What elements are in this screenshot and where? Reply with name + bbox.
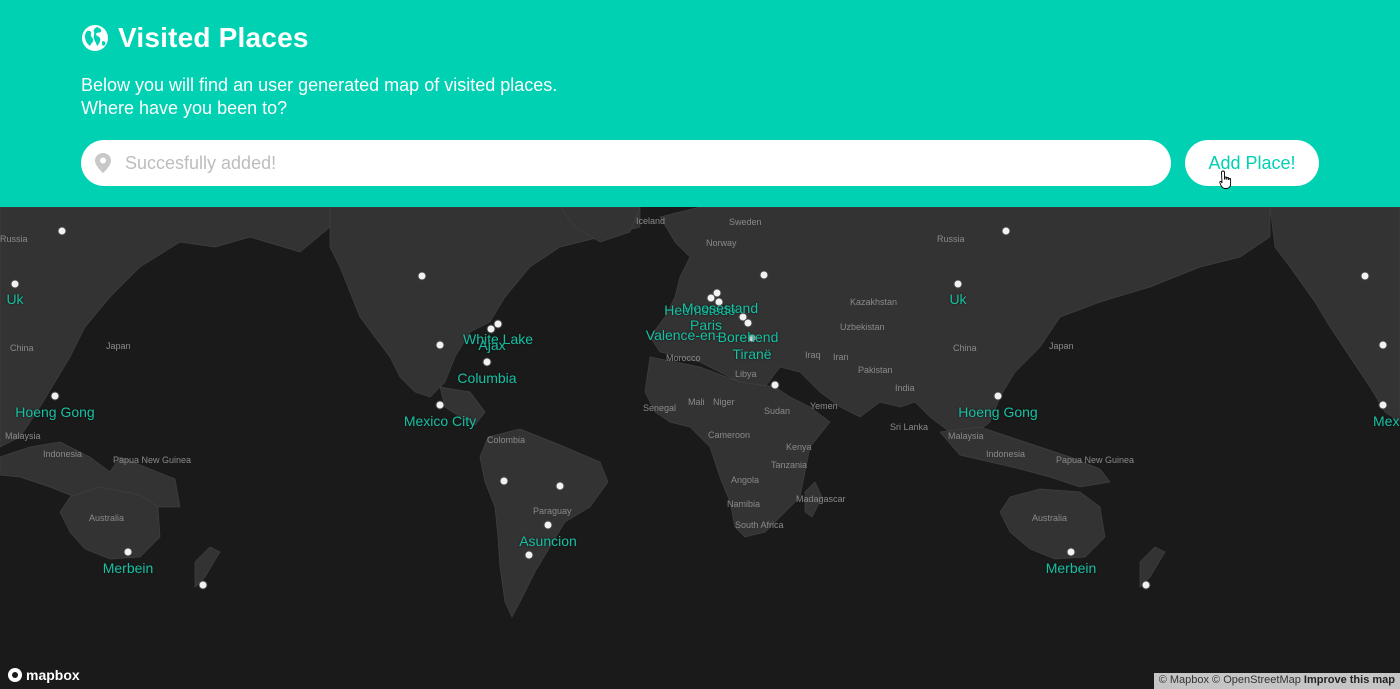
country-label: Papua New Guinea — [1056, 455, 1135, 465]
place-marker[interactable] — [993, 391, 1003, 401]
country-label: Cameroon — [708, 430, 751, 440]
country-label: Iran — [833, 352, 849, 362]
country-label: Sudan — [764, 406, 791, 416]
country-label: Iceland — [636, 216, 666, 226]
country-label: Madagascar — [796, 494, 846, 504]
country-label: Senegal — [643, 403, 677, 413]
place-marker[interactable] — [543, 520, 553, 530]
mapbox-logo-text: mapbox — [26, 667, 80, 683]
country-label: Yemen — [810, 401, 838, 411]
mapbox-logo[interactable]: mapbox — [8, 667, 80, 683]
place-marker[interactable] — [743, 318, 753, 328]
country-label: Mali — [688, 397, 705, 407]
country-label: India — [895, 383, 915, 393]
map-pin-icon — [95, 153, 111, 173]
mapbox-icon — [8, 668, 22, 682]
place-marker[interactable] — [123, 547, 133, 557]
place-marker[interactable] — [10, 279, 20, 289]
place-label[interactable]: Ajax — [478, 337, 505, 353]
place-label[interactable]: Merbein — [103, 560, 154, 576]
country-label: Malaysia — [5, 431, 41, 441]
place-search-field[interactable] — [81, 140, 1171, 186]
map-landmass — [0, 207, 1400, 618]
country-label: Sweden — [729, 217, 762, 227]
place-label[interactable]: Columbia — [457, 370, 516, 386]
country-label: Tanzania — [771, 460, 808, 470]
country-label: Russia — [937, 234, 965, 244]
country-label: South Africa — [735, 520, 784, 530]
place-marker[interactable] — [1001, 226, 1011, 236]
header: Visited Places Below you will find an us… — [0, 0, 1400, 207]
world-map[interactable]: Russia China Japan Malaysia Indonesia Pa… — [0, 207, 1400, 689]
place-marker[interactable] — [1066, 547, 1076, 557]
add-place-button[interactable]: Add Place! — [1185, 140, 1319, 186]
place-marker[interactable] — [953, 279, 963, 289]
place-marker[interactable] — [57, 226, 67, 236]
place-marker[interactable] — [759, 270, 769, 280]
place-input[interactable] — [125, 140, 1155, 186]
improve-map-link[interactable]: Improve this map — [1304, 674, 1395, 686]
place-label[interactable]: Uk — [949, 291, 966, 307]
country-label: Norway — [706, 238, 737, 248]
attribution-text[interactable]: © Mapbox © OpenStreetMap — [1159, 674, 1301, 686]
map-attribution: © Mapbox © OpenStreetMap Improve this ma… — [1153, 673, 1400, 689]
place-marker[interactable] — [1378, 340, 1388, 350]
place-marker[interactable] — [1360, 271, 1370, 281]
place-marker[interactable] — [770, 380, 780, 390]
country-label: Papua New Guinea — [113, 455, 192, 465]
subtitle-line-2: Where have you been to? — [81, 98, 288, 118]
place-marker[interactable] — [417, 271, 427, 281]
country-label: Japan — [1049, 341, 1074, 351]
place-marker[interactable] — [1378, 400, 1388, 410]
place-label[interactable]: Mexico City — [404, 413, 476, 429]
country-label: China — [10, 343, 34, 353]
country-label: Indonesia — [986, 449, 1026, 459]
place-label[interactable]: Mexico C — [1373, 413, 1400, 429]
country-label: China — [953, 343, 977, 353]
place-marker[interactable] — [50, 391, 60, 401]
place-label[interactable]: Moosestand — [682, 300, 758, 316]
country-label: Iraq — [805, 350, 821, 360]
hand-cursor-icon — [1219, 170, 1232, 189]
place-label[interactable]: Borehend — [718, 329, 779, 345]
country-label: Russia — [0, 234, 28, 244]
country-label: Australia — [1032, 513, 1068, 523]
country-label: Kenya — [786, 442, 812, 452]
place-label[interactable]: Uk — [6, 291, 23, 307]
country-label: Kazakhstan — [850, 297, 898, 307]
globe-icon — [82, 25, 108, 51]
page-title: Visited Places — [118, 22, 309, 53]
country-label: Malaysia — [948, 431, 984, 441]
place-label[interactable]: Tiranë — [732, 346, 771, 362]
country-label: Libya — [735, 369, 757, 379]
country-label: Japan — [106, 341, 131, 351]
place-label[interactable]: Hoeng Gong — [958, 404, 1037, 420]
country-label: Morocco — [666, 353, 701, 363]
place-label[interactable]: Asuncion — [519, 533, 577, 549]
place-marker[interactable] — [435, 340, 445, 350]
place-marker[interactable] — [435, 400, 445, 410]
country-label: Uzbekistan — [840, 322, 885, 332]
subtitle-line-1: Below you will find an user generated ma… — [81, 75, 558, 95]
place-marker[interactable] — [198, 580, 208, 590]
country-label: Namibia — [727, 499, 761, 509]
country-label: Niger — [713, 397, 735, 407]
place-marker[interactable] — [482, 357, 492, 367]
country-label: Angola — [731, 475, 760, 485]
country-label: Colombia — [487, 435, 526, 445]
place-marker[interactable] — [555, 481, 565, 491]
place-marker[interactable] — [524, 550, 534, 560]
title-row: Visited Places — [81, 22, 309, 54]
page-subtitle: Below you will find an user generated ma… — [81, 74, 681, 120]
country-label: Indonesia — [43, 449, 83, 459]
place-marker[interactable] — [499, 476, 509, 486]
place-label[interactable]: Hoeng Gong — [15, 404, 94, 420]
country-label: Pakistan — [858, 365, 893, 375]
place-marker[interactable] — [1141, 580, 1151, 590]
country-label: Sri Lanka — [890, 422, 929, 432]
country-label: Paraguay — [533, 506, 572, 516]
place-label[interactable]: Merbein — [1046, 560, 1097, 576]
country-label: Australia — [89, 513, 125, 523]
